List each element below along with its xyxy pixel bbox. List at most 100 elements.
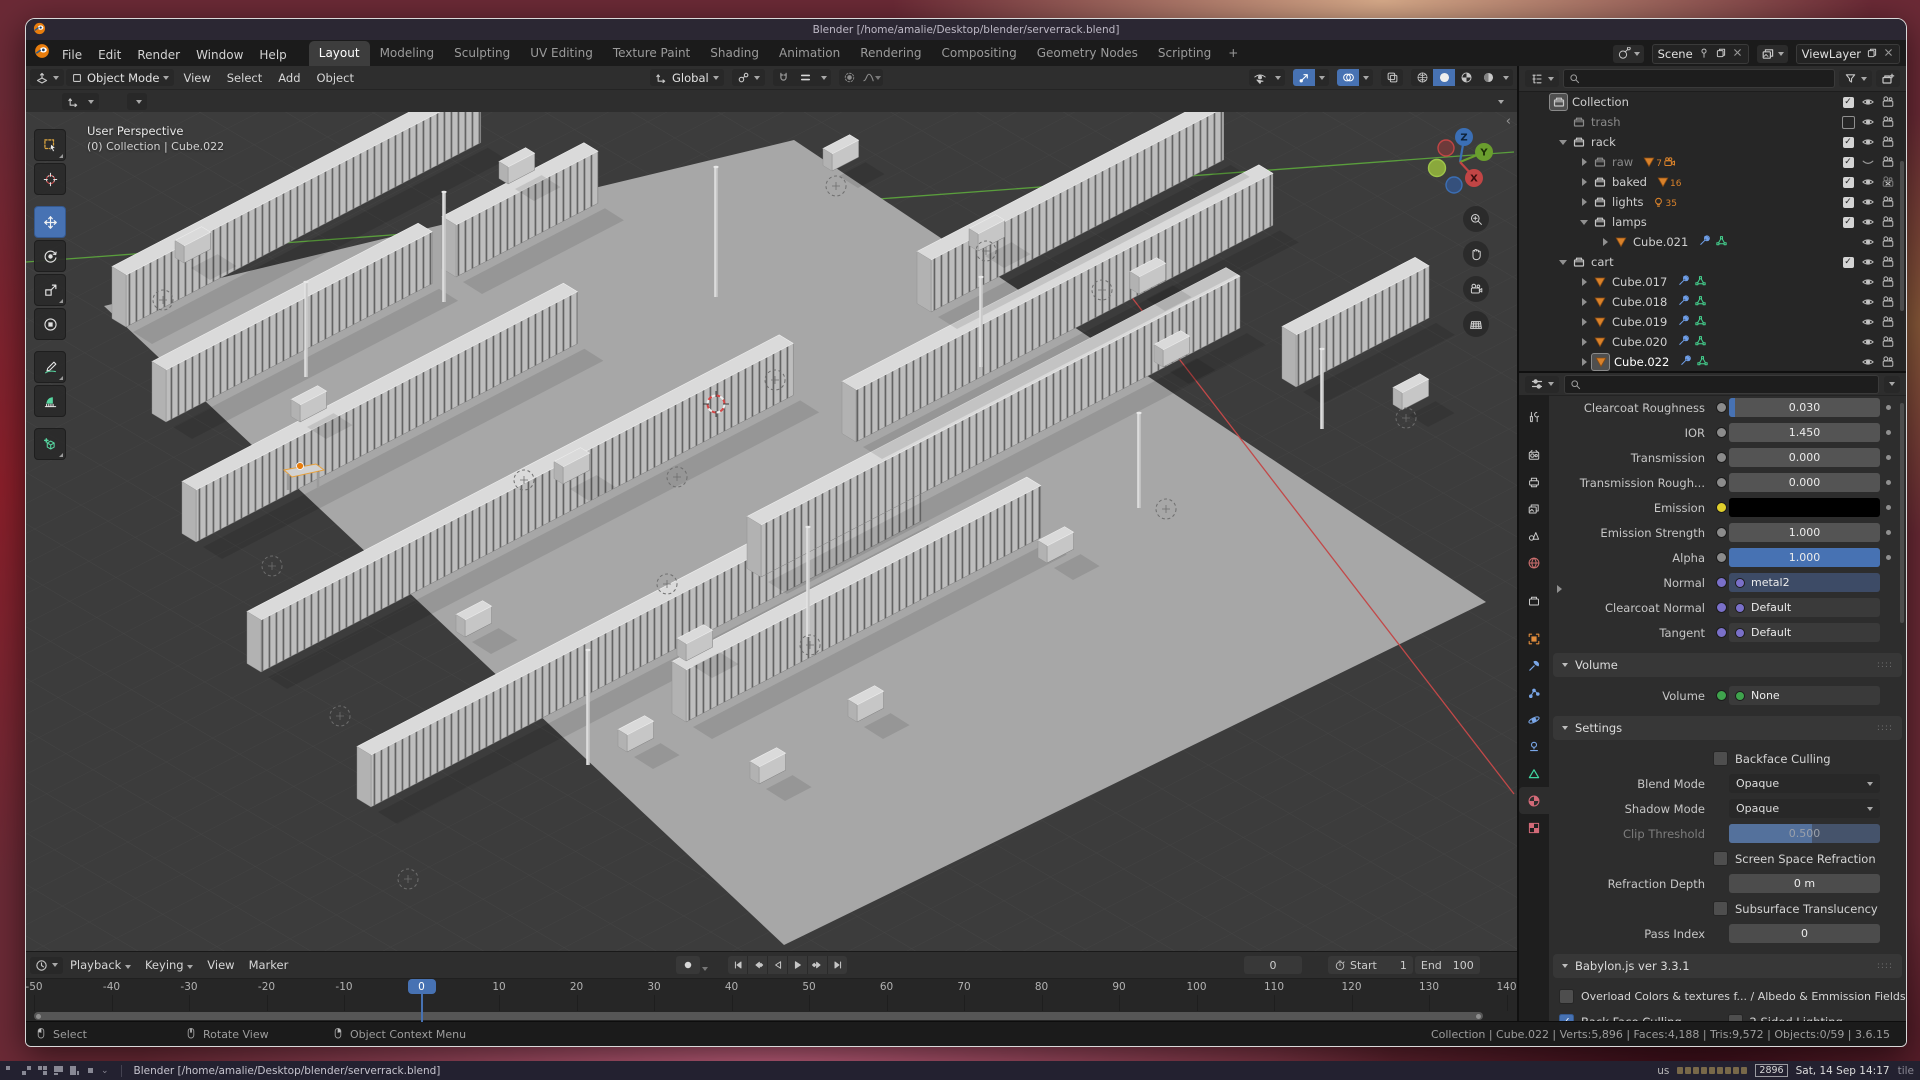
disable-render-camera-icon[interactable] xyxy=(1878,155,1898,169)
outliner-row-lights[interactable]: lights35✓ xyxy=(1519,192,1906,212)
socket-dot-yellow[interactable] xyxy=(1716,502,1727,513)
timeline-ruler[interactable]: -50-40-30-20-100102030405060708090100110… xyxy=(26,978,1517,1022)
checkbox-unchecked[interactable] xyxy=(1713,901,1728,916)
outliner-filter-button[interactable] xyxy=(1839,70,1872,87)
viewlayer-name-field[interactable]: ViewLayer xyxy=(1796,44,1900,64)
workspace-icon-1[interactable] xyxy=(6,1066,15,1075)
properties-tab-physics[interactable] xyxy=(1519,706,1549,733)
properties-tab-world[interactable] xyxy=(1519,549,1549,576)
node-socket[interactable] xyxy=(1713,477,1729,488)
play-reverse-button[interactable] xyxy=(768,956,787,974)
properties-tab-render[interactable] xyxy=(1519,441,1549,468)
timeline-menu-marker[interactable]: Marker xyxy=(242,956,296,974)
end-frame-field[interactable]: End100 xyxy=(1415,956,1480,974)
shading-wireframe-button[interactable] xyxy=(1411,69,1433,86)
disclosure-open-icon[interactable] xyxy=(1577,220,1591,225)
keyboard-layout-indicator[interactable]: us xyxy=(1657,1065,1669,1077)
value-slider[interactable]: 0.000 xyxy=(1729,448,1880,467)
hide-eye-icon[interactable] xyxy=(1858,195,1878,209)
disclosure-closed-icon[interactable] xyxy=(1577,298,1591,306)
node-socket[interactable] xyxy=(1713,502,1729,513)
disable-render-camera-icon[interactable] xyxy=(1878,95,1898,109)
drag-dropdown[interactable] xyxy=(127,93,147,110)
overlays-chevron[interactable] xyxy=(1359,69,1373,86)
properties-tab-texture[interactable] xyxy=(1519,814,1549,841)
new-collection-button[interactable] xyxy=(1876,70,1900,87)
viewport-menu-view[interactable]: View xyxy=(176,69,217,87)
properties-tab-object[interactable] xyxy=(1519,625,1549,652)
disable-render-camera-icon[interactable] xyxy=(1878,295,1898,309)
keyframe-slot[interactable] xyxy=(1880,530,1896,535)
browse-viewlayer-button[interactable] xyxy=(1757,45,1788,63)
tray-icon-6[interactable] xyxy=(1717,1067,1723,1074)
checkbox-unchecked[interactable] xyxy=(1713,751,1728,766)
outliner-row-cube-019[interactable]: Cube.019 xyxy=(1519,312,1906,332)
socket-dot-gray[interactable] xyxy=(1716,552,1727,563)
keyframe-dot[interactable] xyxy=(1886,430,1891,435)
properties-tab-collection[interactable] xyxy=(1519,587,1549,614)
hide-eye-icon[interactable] xyxy=(1858,95,1878,109)
timeline-menu-keying[interactable]: Keying xyxy=(138,956,200,974)
keyframe-slot[interactable] xyxy=(1880,505,1896,510)
remove-viewlayer-icon[interactable] xyxy=(1883,47,1894,61)
taskbar-caret-icon[interactable]: ⌄ xyxy=(101,1066,109,1076)
disable-render-camera-icon[interactable] xyxy=(1878,275,1898,289)
unlink-scene-icon[interactable] xyxy=(1732,47,1743,61)
properties-scrollbar[interactable] xyxy=(1900,403,1904,623)
hide-eye-icon[interactable] xyxy=(1858,155,1878,169)
pan-hand-button[interactable] xyxy=(1463,241,1489,267)
properties-tab-constraints[interactable] xyxy=(1519,733,1549,760)
exclude-checkbox[interactable] xyxy=(1838,115,1858,129)
properties-tab-output[interactable] xyxy=(1519,468,1549,495)
timeline-playhead[interactable]: 0 xyxy=(408,979,436,994)
tray-icon-2[interactable] xyxy=(1685,1067,1691,1074)
keyframe-dot[interactable] xyxy=(1886,530,1891,535)
workspace-tab-geometry-nodes[interactable]: Geometry Nodes xyxy=(1027,41,1148,66)
taskbar-app-title[interactable]: Blender [/home/amalie/Desktop/blender/se… xyxy=(134,1065,441,1077)
tray-icon-4[interactable] xyxy=(1701,1067,1707,1074)
workspace-tab-compositing[interactable]: Compositing xyxy=(931,41,1026,66)
orientation-default-dropdown[interactable] xyxy=(62,93,99,110)
disable-render-camera-icon[interactable] xyxy=(1878,335,1898,349)
workspace-tab-texture-paint[interactable]: Texture Paint xyxy=(603,41,700,66)
socket-dot-gray[interactable] xyxy=(1716,452,1727,463)
keyframe-dot[interactable] xyxy=(1886,480,1891,485)
tool-select-box[interactable] xyxy=(34,129,66,161)
menu-edit[interactable]: Edit xyxy=(90,45,129,65)
disclosure-open-icon[interactable] xyxy=(1556,260,1570,265)
viewport-canvas[interactable]: User Perspective (0) Collection | Cube.0… xyxy=(26,112,1517,952)
disclosure-closed-icon[interactable] xyxy=(1577,278,1591,286)
node-socket[interactable] xyxy=(1713,627,1729,638)
object-visibility-dropdown[interactable] xyxy=(1249,69,1271,86)
keyframe-slot[interactable] xyxy=(1880,480,1896,485)
value-slider[interactable]: 1.000 xyxy=(1729,523,1880,542)
hide-eye-icon[interactable] xyxy=(1858,215,1878,229)
node-socket[interactable] xyxy=(1713,452,1729,463)
outliner-search-input[interactable] xyxy=(1563,69,1835,88)
shading-solid-button[interactable] xyxy=(1433,69,1455,86)
shading-chevron[interactable] xyxy=(1499,69,1513,86)
outliner-row-collection[interactable]: Collection✓ xyxy=(1519,92,1906,112)
keyframe-dot[interactable] xyxy=(1886,455,1891,460)
hide-eye-icon[interactable] xyxy=(1858,355,1878,369)
value-slider[interactable]: 1.450 xyxy=(1729,423,1880,442)
outliner-row-cart[interactable]: cart✓ xyxy=(1519,252,1906,272)
orientation-dropdown[interactable]: Global xyxy=(650,69,724,86)
disable-render-camera-icon[interactable] xyxy=(1878,215,1898,229)
outliner-editor-type-button[interactable] xyxy=(1525,70,1559,87)
workspace-tab-uv-editing[interactable]: UV Editing xyxy=(520,41,603,66)
disclosure-closed-icon[interactable] xyxy=(1577,178,1591,186)
exclude-checkbox[interactable]: ✓ xyxy=(1838,175,1858,189)
proportional-falloff-dropdown[interactable] xyxy=(861,69,883,86)
properties-tab-tool[interactable] xyxy=(1519,403,1549,430)
disable-render-camera-icon[interactable] xyxy=(1878,235,1898,249)
orthographic-toggle-button[interactable] xyxy=(1463,311,1489,337)
show-gizmo-toggle[interactable] xyxy=(1293,69,1315,86)
play-button[interactable] xyxy=(788,956,807,974)
outliner-row-cube-018[interactable]: Cube.018 xyxy=(1519,292,1906,312)
disable-render-camera-icon[interactable] xyxy=(1878,315,1898,329)
mode-dropdown[interactable]: Object Mode xyxy=(66,69,174,86)
hide-eye-icon[interactable] xyxy=(1858,175,1878,189)
socket-dot-gray[interactable] xyxy=(1716,527,1727,538)
tray-icon-1[interactable] xyxy=(1677,1067,1683,1074)
